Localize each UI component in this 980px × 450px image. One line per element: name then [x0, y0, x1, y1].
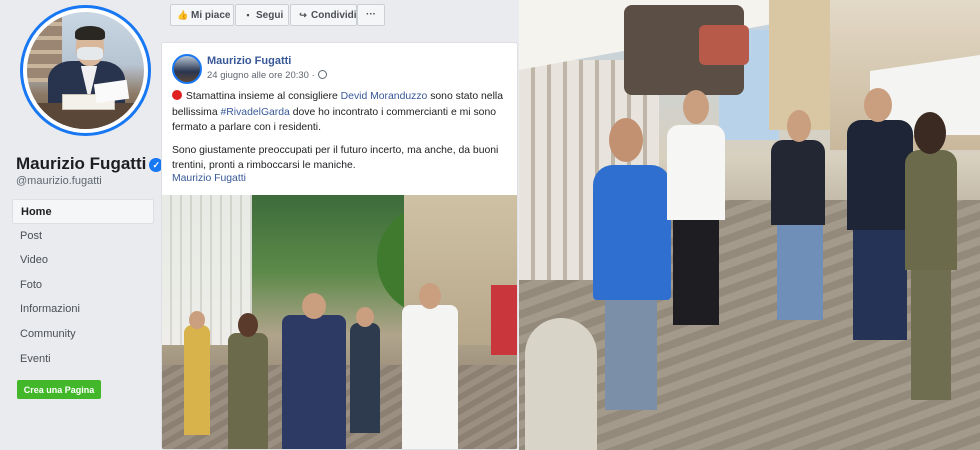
post-photo[interactable]	[162, 195, 517, 449]
hashtag-link[interactable]: #RivadelGarda	[221, 107, 290, 118]
post-paragraph-2: Sono giustamente preoccupati per il futu…	[172, 144, 499, 172]
post-date-text: 24 giugno alle ore 20:30 ·	[207, 70, 315, 81]
nav-item-post[interactable]: Post	[12, 224, 154, 249]
more-icon: ···	[366, 9, 376, 20]
post-signature-link[interactable]: Maurizio Fugatti	[172, 173, 246, 184]
follow-label: Segui	[256, 10, 284, 21]
share-label: Condividi	[311, 10, 357, 21]
nav-item-eventi[interactable]: Eventi	[12, 347, 154, 372]
page-name-text: Maurizio Fugatti	[16, 154, 147, 173]
post-date[interactable]: 24 giugno alle ore 20:30 ·	[207, 70, 327, 81]
red-circle-icon	[172, 90, 182, 100]
more-button[interactable]: ···	[357, 4, 385, 26]
like-label: Mi piace	[191, 10, 231, 21]
share-icon: ↪	[299, 10, 307, 20]
like-button[interactable]: 👍 Mi piace	[170, 4, 234, 26]
post-author[interactable]: Maurizio Fugatti	[207, 55, 291, 67]
follow-button[interactable]: ▪ Segui	[235, 4, 289, 26]
post-text: Stamattina insieme al consigliere Devid …	[172, 89, 512, 174]
page-action-bar: 👍 Mi piace ▪ Segui ↪ Condividi ···	[161, 0, 518, 33]
post-text-1a: Stamattina insieme al consigliere	[185, 91, 341, 102]
nav-item-community[interactable]: Community	[12, 322, 154, 347]
nav-item-video[interactable]: Video	[12, 248, 154, 273]
like-icon: 👍	[177, 10, 189, 20]
page-sidebar: Maurizio Fugatti ✓ @maurizio.fugatti Home…	[0, 0, 164, 450]
post-author-avatar[interactable]	[172, 54, 202, 84]
mention-link[interactable]: Devid Moranduzzo	[341, 91, 428, 102]
nav-item-foto[interactable]: Foto	[12, 273, 154, 298]
profile-picture[interactable]	[20, 5, 151, 136]
share-button[interactable]: ↪ Condividi	[290, 4, 357, 26]
market-photo[interactable]	[519, 0, 980, 450]
page-nav: Home Post Video Foto Informazioni Commun…	[12, 199, 154, 371]
page-handle[interactable]: @maurizio.fugatti	[16, 175, 102, 187]
page-name: Maurizio Fugatti ✓	[16, 154, 164, 174]
follow-icon: ▪	[246, 10, 250, 20]
post-paragraph-1: Stamattina insieme al consigliere Devid …	[172, 89, 512, 136]
globe-icon	[317, 70, 327, 79]
nav-item-home[interactable]: Home	[12, 199, 154, 224]
create-page-button[interactable]: Crea una Pagina	[17, 380, 101, 399]
nav-item-informazioni[interactable]: Informazioni	[12, 297, 154, 322]
post-card: Maurizio Fugatti 24 giugno alle ore 20:3…	[161, 42, 518, 450]
profile-photo	[27, 12, 144, 129]
